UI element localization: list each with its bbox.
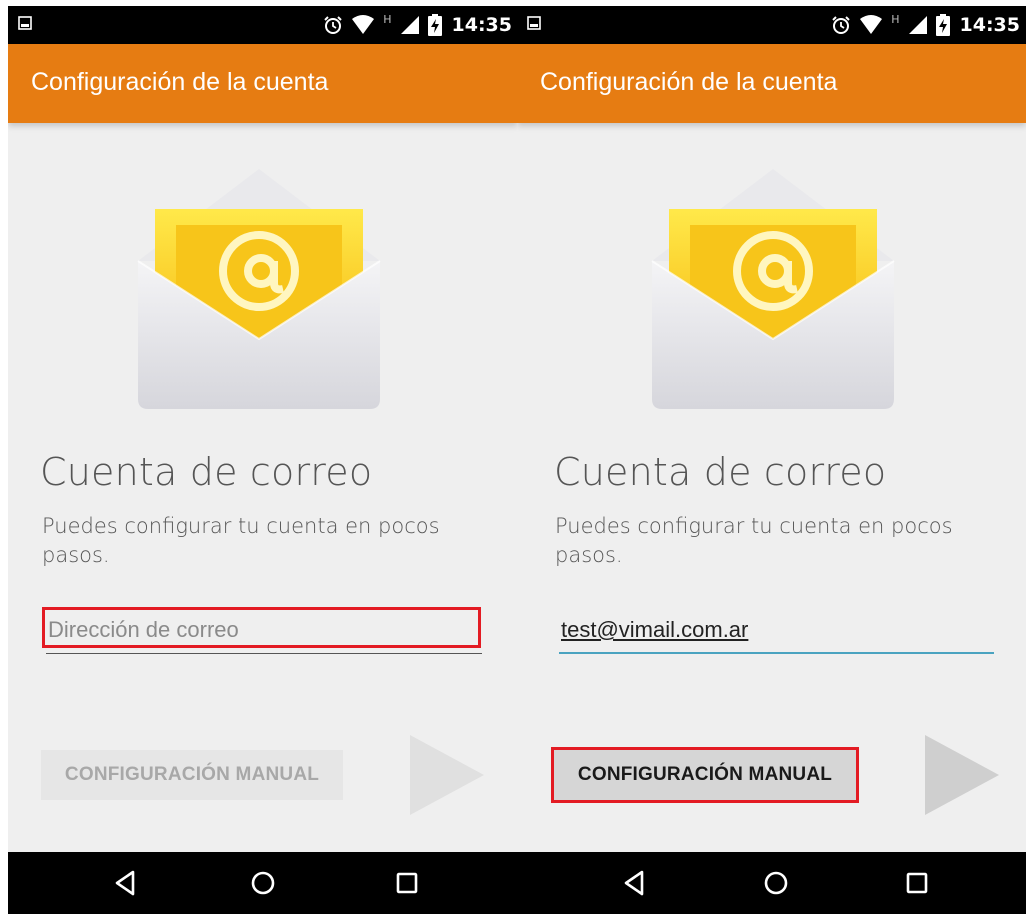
email-input[interactable] xyxy=(46,610,482,650)
app-bar: Configuración de la cuenta xyxy=(517,44,1026,123)
recents-icon[interactable] xyxy=(390,866,424,900)
status-time: 14:35 xyxy=(451,14,512,36)
wifi-icon xyxy=(860,15,883,34)
status-time: 14:35 xyxy=(959,14,1020,36)
status-bar: H 14:35 xyxy=(8,6,518,44)
section-description: Puedes configurar tu cuenta en pocos pas… xyxy=(555,514,953,567)
phone-screen-left: H 14:35 Configuración de la cuenta Cuent… xyxy=(8,6,518,914)
back-icon[interactable] xyxy=(109,866,143,900)
battery-charging-icon xyxy=(935,14,950,36)
network-type-label: H xyxy=(891,12,900,26)
email-field-underline xyxy=(559,652,994,654)
navigation-bar xyxy=(517,852,1026,914)
recents-icon[interactable] xyxy=(900,866,934,900)
email-field-underline xyxy=(46,653,482,654)
alarm-icon xyxy=(832,16,850,34)
section-description: Puedes configurar tu cuenta en pocos pas… xyxy=(42,514,440,567)
next-arrow-icon[interactable] xyxy=(408,733,486,817)
home-icon[interactable] xyxy=(759,866,793,900)
notification-image-icon xyxy=(18,16,32,30)
manual-setup-button[interactable]: CONFIGURACIÓN MANUAL xyxy=(554,750,856,800)
home-icon[interactable] xyxy=(246,866,280,900)
email-field[interactable] xyxy=(559,610,994,654)
app-bar: Configuración de la cuenta xyxy=(8,44,518,123)
mail-envelope-at-icon xyxy=(651,169,895,409)
mail-envelope-at-icon xyxy=(137,169,381,409)
back-icon[interactable] xyxy=(618,866,652,900)
cell-signal-icon xyxy=(400,16,419,34)
email-field[interactable] xyxy=(46,610,482,654)
battery-charging-icon xyxy=(427,14,442,36)
status-bar: H 14:35 xyxy=(517,6,1026,44)
app-bar-title: Configuración de la cuenta xyxy=(540,68,838,96)
section-heading: Cuenta de correo xyxy=(40,450,373,494)
wifi-icon xyxy=(352,15,375,34)
section-heading: Cuenta de correo xyxy=(554,450,887,494)
notification-image-icon xyxy=(527,16,541,30)
manual-setup-button[interactable]: CONFIGURACIÓN MANUAL xyxy=(41,750,343,800)
cell-signal-icon xyxy=(908,16,927,34)
email-input[interactable] xyxy=(559,610,994,650)
network-type-label: H xyxy=(383,12,392,26)
alarm-icon xyxy=(324,16,342,34)
phone-screen-right: H 14:35 Configuración de la cuenta Cuent… xyxy=(517,6,1026,914)
navigation-bar xyxy=(8,852,518,914)
app-bar-title: Configuración de la cuenta xyxy=(31,68,329,96)
next-arrow-icon[interactable] xyxy=(923,733,1001,817)
